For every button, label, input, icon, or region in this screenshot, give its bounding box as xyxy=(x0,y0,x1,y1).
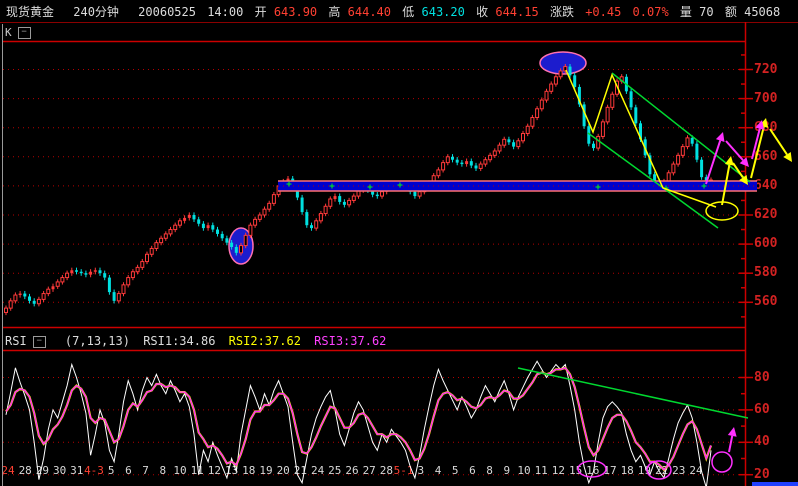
rsi2-line xyxy=(5,366,713,472)
magenta-ellipse-annotation xyxy=(711,451,733,473)
rsi-green-trendline xyxy=(517,367,749,419)
magenta-arrow xyxy=(727,427,737,437)
gridlines xyxy=(3,69,746,476)
chart-canvas xyxy=(0,22,798,486)
yellow-arrow xyxy=(724,156,734,166)
yellow-wave-annotation xyxy=(565,69,739,221)
bottom-blue-bar xyxy=(752,482,798,486)
forecast-arrows xyxy=(705,118,792,453)
support-band-annotation xyxy=(278,180,757,192)
magenta-arrow xyxy=(755,120,765,130)
support-band xyxy=(278,181,757,191)
trading-app-screen: 现货黄金 240分钟 20060525 14:00 开 643.90 高 644… xyxy=(0,0,798,486)
blue-ellipse-annotation xyxy=(539,51,587,75)
yellow-arrow xyxy=(783,152,792,162)
panel-borders xyxy=(0,22,798,486)
rsi-curves xyxy=(5,360,749,486)
blue-circle-annotations xyxy=(228,51,587,265)
rsi3-line xyxy=(5,366,712,471)
magenta-arrow xyxy=(715,132,725,142)
